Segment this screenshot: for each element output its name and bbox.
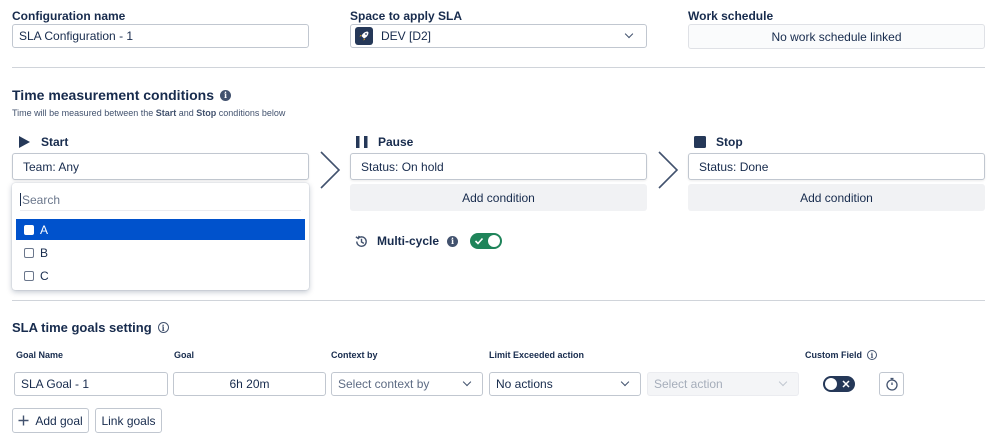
timer-button[interactable] [879, 372, 904, 396]
pause-condition[interactable]: Status: On hold [350, 153, 647, 180]
pause-condition-text: Status: On hold [361, 159, 444, 174]
config-name-label: Configuration name [12, 9, 126, 23]
pause-label: Pause [378, 135, 414, 149]
goal-duration-input[interactable]: 6h 20m [173, 372, 326, 396]
history-icon [355, 235, 367, 247]
custom-field-toggle[interactable] [823, 376, 855, 392]
pause-header: Pause [356, 135, 413, 149]
header-custom-field: Custom Field i [805, 350, 878, 360]
space-label: Space to apply SLA [350, 9, 463, 23]
action-select-disabled[interactable]: Select action [647, 372, 799, 396]
check-icon [474, 237, 484, 245]
info-icon[interactable]: i [220, 89, 232, 101]
subtitle-start: Start [155, 108, 177, 118]
header-context-by: Context by [331, 350, 378, 360]
chevron-right-icon [658, 151, 679, 189]
divider [12, 300, 985, 301]
subtitle-stop: Stop [196, 108, 217, 118]
add-condition-label: Add condition [800, 190, 873, 205]
stop-add-condition-button[interactable]: Add condition [688, 184, 985, 211]
header-goal-name: Goal Name [16, 350, 64, 360]
context-select[interactable]: Select context by [331, 372, 483, 396]
info-icon[interactable]: i [867, 350, 878, 360]
space-value: DEV [D2] [381, 29, 432, 43]
multi-cycle-toggle[interactable] [470, 233, 503, 249]
stop-icon [694, 136, 706, 148]
dropdown-option-c[interactable]: C [16, 265, 305, 286]
goal-name-value: SLA Goal - 1 [21, 377, 90, 391]
schedule-field[interactable]: No work schedule linked [688, 24, 985, 49]
checkbox-icon[interactable] [24, 224, 34, 235]
info-icon[interactable]: i [447, 235, 459, 247]
chevron-down-icon [462, 377, 472, 387]
checkbox-icon[interactable] [24, 247, 34, 258]
goal-duration-value: 6h 20m [229, 377, 270, 391]
dropdown-option-a[interactable]: A [16, 219, 305, 240]
subtitle-text: conditions below [216, 108, 286, 118]
stop-header: Stop [694, 135, 743, 149]
time-conditions-header: Time measurement conditions i [12, 87, 232, 103]
plus-icon [18, 415, 29, 426]
subtitle-text: Time will be measured between the [12, 108, 156, 118]
toggle-knob [825, 378, 837, 390]
config-name-value: SLA Configuration - 1 [19, 29, 134, 43]
subtitle-text: and [176, 108, 197, 118]
add-condition-label: Add condition [462, 190, 535, 205]
custom-field-label: Custom Field [805, 350, 863, 360]
checkbox-icon[interactable] [24, 270, 34, 281]
config-name-input[interactable]: SLA Configuration - 1 [12, 24, 309, 48]
start-header: Start [18, 135, 68, 149]
goal-name-input[interactable]: SLA Goal - 1 [14, 372, 168, 396]
goals-title: SLA time goals setting [12, 320, 152, 335]
close-icon [842, 380, 850, 388]
multi-cycle-label: Multi-cycle [377, 234, 440, 248]
chevron-down-icon [620, 377, 630, 387]
limit-action-value: No actions [496, 377, 553, 391]
space-select[interactable]: DEV [D2] [350, 24, 647, 48]
stop-label: Stop [716, 135, 743, 149]
stopwatch-icon [885, 377, 898, 391]
schedule-value: No work schedule linked [771, 29, 902, 44]
option-label: A [40, 222, 49, 237]
header-goal: Goal [174, 350, 195, 360]
toggle-knob [488, 235, 501, 247]
start-label: Start [41, 135, 69, 149]
add-goal-label: Add goal [35, 413, 83, 428]
dropdown-search-input[interactable]: Search [20, 189, 301, 211]
time-conditions-title: Time measurement conditions [12, 87, 215, 103]
limit-action-select[interactable]: No actions [489, 372, 641, 396]
context-placeholder: Select context by [338, 377, 430, 391]
divider [12, 67, 985, 68]
pause-icon [356, 136, 368, 148]
search-placeholder: Search [22, 192, 61, 207]
chevron-right-icon [320, 151, 341, 189]
dropdown-option-b[interactable]: B [16, 242, 305, 263]
link-goals-label: Link goals [101, 413, 156, 428]
chevron-down-icon [624, 29, 634, 39]
pause-add-condition-button[interactable]: Add condition [350, 184, 647, 211]
start-condition-text: Team: Any [23, 159, 80, 174]
goals-header: SLA time goals setting i [12, 320, 169, 335]
rocket-icon [355, 27, 373, 45]
action-placeholder: Select action [654, 377, 723, 391]
start-condition[interactable]: Team: Any [12, 153, 309, 180]
play-icon [19, 136, 30, 148]
stop-condition[interactable]: Status: Done [688, 153, 985, 180]
info-icon[interactable]: i [157, 322, 169, 333]
link-goals-button[interactable]: Link goals [95, 408, 162, 433]
option-label: C [40, 268, 49, 283]
add-goal-button[interactable]: Add goal [12, 408, 89, 433]
stop-condition-text: Status: Done [699, 159, 769, 174]
text-caret [20, 193, 21, 206]
header-limit-action: Limit Exceeded action [489, 350, 585, 360]
multi-cycle-row: Multi-cycle i [354, 233, 503, 249]
team-dropdown: Search A B C [12, 183, 309, 290]
option-label: B [40, 245, 49, 260]
schedule-label: Work schedule [688, 9, 774, 23]
time-conditions-subtitle: Time will be measured between the Start … [12, 108, 285, 118]
chevron-down-icon [778, 377, 788, 387]
